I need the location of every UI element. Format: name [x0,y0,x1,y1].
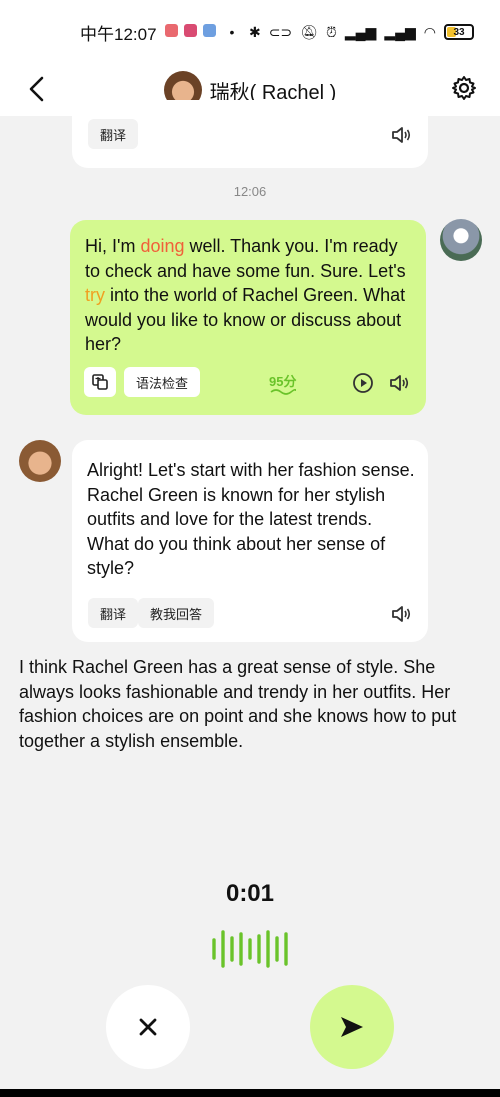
speaker-icon[interactable] [390,124,412,146]
play-icon[interactable] [352,372,374,394]
user-avatar[interactable] [440,219,482,261]
gear-icon [452,76,476,100]
link-icon: ⊂⊃ [268,23,293,40]
more-dot-icon: • [229,24,235,40]
app-notification-icon [183,24,197,37]
character-avatar[interactable] [19,440,61,482]
grammar-highlight[interactable]: try [85,285,105,305]
bluetooth-icon: ✱ [248,23,261,40]
send-button[interactable] [310,985,394,1069]
translate-button[interactable]: 翻译 [88,119,139,149]
translate-icon [92,374,108,390]
settings-button[interactable] [446,70,482,106]
grammar-highlight[interactable]: doing [140,236,184,256]
alarm-icon: ⏰︎ [325,23,337,40]
send-icon [341,1017,363,1037]
battery-icon: 33 [444,24,474,40]
teach-reply-button[interactable]: 教我回答 [138,598,215,628]
waveform-icon [212,930,288,968]
status-time: 中午12:07 [80,24,157,44]
recording-timer: 0:01 [225,880,275,907]
user-message-text: Hi, I'm doing well. Thank you. I'm ready… [85,236,406,354]
translate-button[interactable]: 翻译 [88,598,139,628]
cancel-recording-button[interactable] [106,985,190,1069]
ai-message-card: Alright! Let's start with her fashion se… [72,440,428,642]
app-notification-icon [164,24,178,37]
app-notification-icon [202,24,216,37]
speaker-icon[interactable] [390,603,412,625]
translate-image-button[interactable] [84,367,116,397]
back-button[interactable] [22,74,52,104]
voice-transcription-text[interactable]: I think Rachel Green has a great sense o… [19,655,489,753]
notification-icons: • [164,24,235,40]
mute-icon: 🔕︎ [300,23,318,40]
message-timestamp: 12:06 [233,184,267,199]
chevron-left-icon [29,76,44,102]
status-bar: 中午12:07 • ✱ ⊂⊃ 🔕︎ ⏰︎ ▂▄▆ ▂▄▆ ◠ 33 [0,0,500,64]
close-icon [139,1018,157,1036]
previous-message-card: 翻译 [72,100,428,168]
ai-message-text: Alright! Let's start with her fashion se… [87,460,415,578]
signal-icon: ▂▄▆ [344,23,377,40]
grammar-check-button[interactable]: 语法检查 [124,367,201,397]
signal-icon: ▂▄▆ [384,23,416,40]
wifi-icon: ◠ [423,23,436,40]
score-wave-icon [270,388,296,395]
gesture-bar [0,1089,500,1097]
user-message-bubble: Hi, I'm doing well. Thank you. I'm ready… [70,220,426,415]
speaker-icon[interactable] [388,372,410,394]
